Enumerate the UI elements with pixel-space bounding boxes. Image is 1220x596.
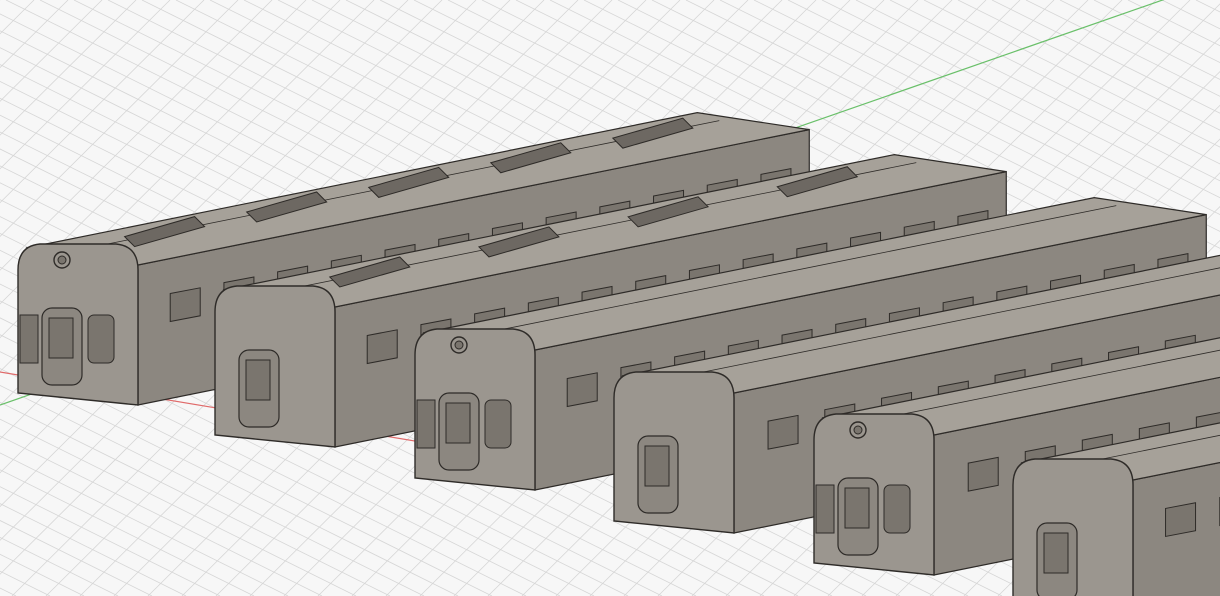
side-window [1165, 502, 1197, 538]
door-window [844, 487, 870, 529]
door-window [644, 445, 670, 487]
headlight-lens [57, 255, 67, 265]
model-canvas[interactable] [0, 0, 1220, 596]
door-window [1043, 532, 1069, 574]
door-window [245, 359, 271, 401]
side-window [566, 372, 598, 408]
cab-window-left [19, 314, 39, 364]
door-window [48, 317, 74, 359]
grid-line [0, 587, 17, 596]
side-window [767, 414, 799, 450]
side-window [366, 329, 398, 365]
headlight-lens [853, 425, 863, 435]
door-window [445, 402, 471, 444]
cad-viewport[interactable] [0, 0, 1220, 596]
cab-window-left [416, 399, 436, 449]
side-window [169, 287, 201, 323]
cab-window-left [815, 484, 835, 534]
cab-window-right [87, 314, 115, 364]
headlight-lens [454, 340, 464, 350]
side-window [967, 456, 999, 492]
cab-window-right [883, 484, 911, 534]
cab-window-right [484, 399, 512, 449]
